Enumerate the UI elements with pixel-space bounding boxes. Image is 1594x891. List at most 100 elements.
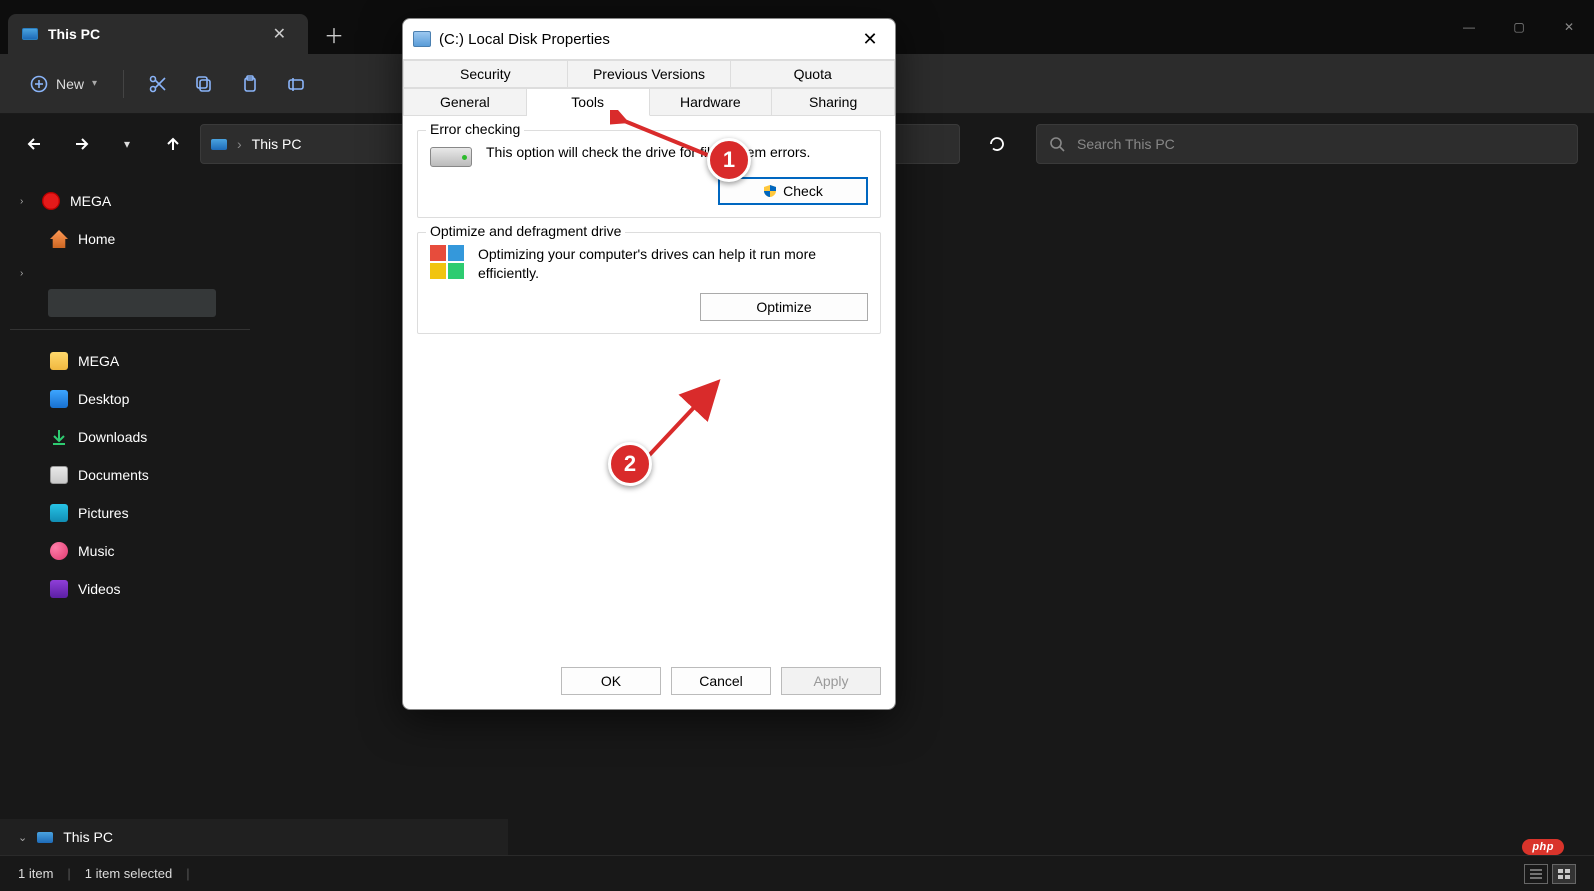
sidebar-label: MEGA xyxy=(78,353,119,369)
dialog-body: Error checking This option will check th… xyxy=(403,116,895,657)
chevron-right-icon: › xyxy=(20,196,32,207)
cancel-button[interactable]: Cancel xyxy=(671,667,771,695)
forward-button[interactable] xyxy=(62,125,100,163)
sidebar-item-mega-folder[interactable]: MEGA xyxy=(0,342,260,380)
sidebar-item-downloads[interactable]: Downloads xyxy=(0,418,260,456)
tab-tools[interactable]: Tools xyxy=(527,88,650,116)
sidebar-item-redacted[interactable]: › xyxy=(0,258,260,289)
music-icon xyxy=(50,542,68,560)
tab-close-button[interactable]: ✕ xyxy=(265,20,294,48)
sidebar-label: Videos xyxy=(78,581,121,597)
status-selected-count: 1 item selected xyxy=(85,866,172,881)
documents-icon xyxy=(50,466,68,484)
tab-hardware[interactable]: Hardware xyxy=(650,88,773,116)
paste-icon xyxy=(240,74,260,94)
optimize-text: Optimizing your computer's drives can he… xyxy=(478,245,868,283)
drive-icon xyxy=(413,31,431,47)
watermark: php xyxy=(1522,839,1564,855)
tab-title: This PC xyxy=(48,26,265,42)
tab-quota[interactable]: Quota xyxy=(731,60,895,88)
window-tab[interactable]: This PC ✕ xyxy=(8,14,308,54)
tab-sharing[interactable]: Sharing xyxy=(772,88,895,116)
search-input[interactable]: Search This PC xyxy=(1036,124,1578,164)
plus-circle-icon xyxy=(30,75,48,93)
status-separator: | xyxy=(67,866,70,881)
refresh-button[interactable] xyxy=(974,125,1020,163)
recent-button[interactable]: ▾ xyxy=(108,125,146,163)
breadcrumb-separator: › xyxy=(237,136,242,152)
maximize-button[interactable]: ▢ xyxy=(1494,7,1544,47)
tab-general[interactable]: General xyxy=(403,88,527,116)
sidebar-label: Documents xyxy=(78,467,149,483)
dialog-title: (C:) Local Disk Properties xyxy=(439,31,855,48)
chevron-down-icon: ▾ xyxy=(92,78,97,89)
status-item-count: 1 item xyxy=(18,866,53,881)
chevron-right-icon: › xyxy=(20,268,32,279)
error-checking-group: Error checking This option will check th… xyxy=(417,130,881,218)
sidebar-item-mega[interactable]: ›MEGA xyxy=(0,182,260,220)
refresh-icon xyxy=(988,135,1006,153)
sidebar-separator xyxy=(10,329,250,330)
sidebar-item-music[interactable]: Music xyxy=(0,532,260,570)
copy-button[interactable] xyxy=(184,64,224,104)
ok-button[interactable]: OK xyxy=(561,667,661,695)
sidebar-label: Music xyxy=(78,543,115,559)
sidebar-item-videos[interactable]: Videos xyxy=(0,570,260,608)
apply-button[interactable]: Apply xyxy=(781,667,881,695)
group-legend: Optimize and defragment drive xyxy=(426,223,625,239)
rename-icon xyxy=(286,74,306,94)
sidebar-expand-section: ⌄This PC xyxy=(0,819,260,855)
minimize-button[interactable]: — xyxy=(1444,7,1494,47)
defrag-icon xyxy=(430,245,464,279)
optimize-button-label: Optimize xyxy=(756,299,811,315)
new-tab-button[interactable]: ＋ xyxy=(308,14,360,54)
folder-icon xyxy=(50,352,68,370)
statusbar: 1 item | 1 item selected | xyxy=(0,855,1594,891)
sidebar-label: Desktop xyxy=(78,391,129,407)
sidebar-label: Home xyxy=(78,231,115,247)
sidebar-label: This PC xyxy=(63,829,113,845)
sidebar-item-documents[interactable]: Documents xyxy=(0,456,260,494)
dialog-titlebar[interactable]: (C:) Local Disk Properties ✕ xyxy=(403,19,895,59)
properties-dialog: (C:) Local Disk Properties ✕ Security Pr… xyxy=(402,18,896,710)
home-icon xyxy=(50,230,68,248)
scissors-icon xyxy=(148,74,168,94)
download-icon xyxy=(50,428,68,446)
arrow-left-icon xyxy=(26,135,44,153)
close-window-button[interactable]: ✕ xyxy=(1544,7,1594,47)
rename-button[interactable] xyxy=(276,64,316,104)
drive-icon xyxy=(430,147,472,167)
dialog-footer: OK Cancel Apply xyxy=(403,657,895,709)
group-legend: Error checking xyxy=(426,121,524,137)
icons-view-button[interactable] xyxy=(1552,864,1576,884)
this-pc-icon xyxy=(211,139,227,150)
check-button-label: Check xyxy=(783,183,823,199)
sidebar-item-desktop[interactable]: Desktop xyxy=(0,380,260,418)
back-button[interactable] xyxy=(16,125,54,163)
breadcrumb-this-pc[interactable]: This PC xyxy=(252,136,302,152)
sidebar-item-home[interactable]: Home xyxy=(0,220,260,258)
arrow-right-icon xyxy=(72,135,90,153)
new-button[interactable]: New ▾ xyxy=(18,67,109,101)
dialog-close-button[interactable]: ✕ xyxy=(855,24,885,54)
chevron-down-icon: ▾ xyxy=(124,137,130,151)
paste-button[interactable] xyxy=(230,64,270,104)
sidebar-label: Pictures xyxy=(78,505,129,521)
sidebar-label: Downloads xyxy=(78,429,147,445)
search-icon xyxy=(1049,136,1065,152)
optimize-button[interactable]: Optimize xyxy=(700,293,868,321)
tab-previous-versions[interactable]: Previous Versions xyxy=(568,60,732,88)
pictures-icon xyxy=(50,504,68,522)
sidebar-item-this-pc[interactable]: ⌄This PC xyxy=(0,819,260,855)
tab-security[interactable]: Security xyxy=(403,60,568,88)
arrow-up-icon xyxy=(164,135,182,153)
up-button[interactable] xyxy=(154,125,192,163)
check-button[interactable]: Check xyxy=(718,177,868,205)
optimize-group: Optimize and defragment drive Optimizing… xyxy=(417,232,881,334)
window-controls: — ▢ ✕ xyxy=(1444,7,1594,47)
sidebar-item-pictures[interactable]: Pictures xyxy=(0,494,260,532)
search-placeholder: Search This PC xyxy=(1077,136,1175,152)
cut-button[interactable] xyxy=(138,64,178,104)
dialog-tabs: Security Previous Versions Quota General… xyxy=(403,59,895,116)
details-view-button[interactable] xyxy=(1524,864,1548,884)
